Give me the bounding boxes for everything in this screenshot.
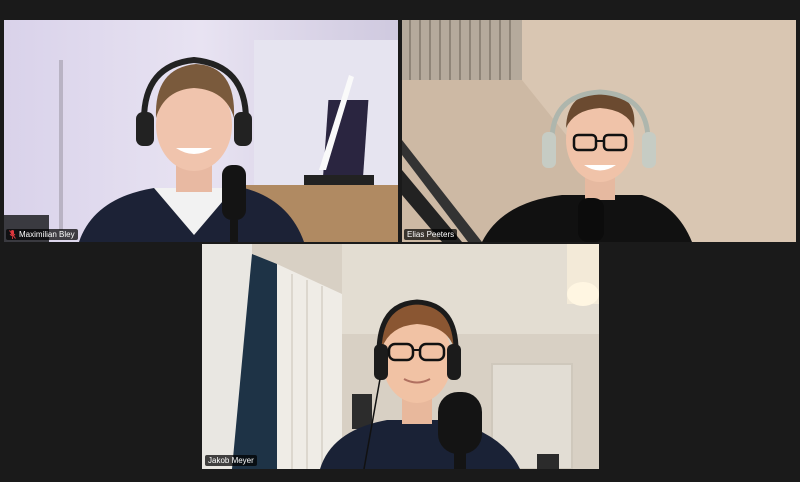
participant-name: Elias Peeters — [407, 230, 455, 239]
participant-name-tag: Elias Peeters — [404, 229, 458, 240]
video-tile-jakob-meyer[interactable]: Jakob Meyer — [202, 244, 599, 469]
mic-off-icon — [9, 230, 16, 239]
participant-video-feed — [402, 20, 796, 242]
participant-video-feed — [202, 244, 599, 469]
video-tile-maximilian-bley[interactable]: Maximilian Bley — [4, 20, 398, 242]
participant-name-tag: Jakob Meyer — [205, 455, 257, 466]
participant-video-feed — [4, 20, 398, 242]
meeting-gallery-view: { "meeting": { "participants": [ { "name… — [0, 0, 800, 482]
video-tile-elias-peeters[interactable]: Elias Peeters — [402, 20, 796, 242]
participant-name-tag: Maximilian Bley — [6, 229, 78, 240]
participant-name: Jakob Meyer — [208, 456, 254, 465]
participant-name: Maximilian Bley — [19, 230, 75, 239]
